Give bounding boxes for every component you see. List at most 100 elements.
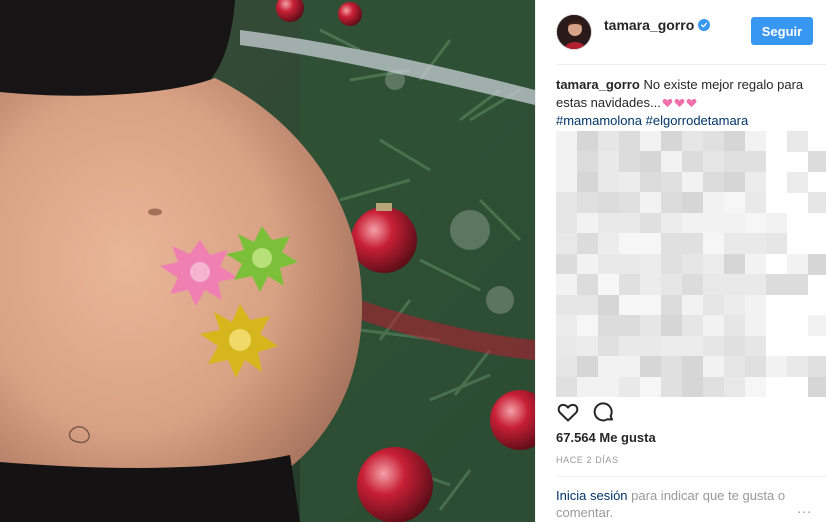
pixel-block (682, 233, 703, 255)
pixel-block (556, 376, 577, 397)
pixel-block (577, 192, 598, 214)
pixel-block (787, 131, 808, 152)
pixel-block (619, 151, 640, 173)
comment-icon[interactable] (592, 400, 616, 424)
pixel-block (682, 356, 703, 378)
pixel-block (577, 253, 598, 275)
author-username[interactable]: tamara_gorro (604, 17, 694, 33)
pixel-block (577, 376, 598, 397)
likes-count[interactable]: 67.564 Me gusta (556, 430, 656, 445)
post-photo-image (0, 0, 535, 522)
pixel-block (745, 192, 766, 214)
pixel-block (619, 233, 640, 255)
pixel-block (598, 315, 619, 337)
pixel-block (808, 253, 826, 275)
pixel-block (745, 131, 766, 152)
post-timestamp[interactable]: HACE 2 DÍAS (556, 455, 619, 465)
pixel-block (745, 315, 766, 337)
pixel-block (598, 151, 619, 173)
pixel-block (703, 171, 724, 193)
pixel-block (619, 335, 640, 357)
pixel-block (577, 233, 598, 255)
pixel-block (787, 171, 808, 193)
pixel-block (556, 151, 577, 173)
pixel-block (682, 376, 703, 397)
pixel-block (682, 294, 703, 316)
pixel-block (556, 212, 577, 234)
pixel-block (598, 131, 619, 152)
pixel-block (556, 171, 577, 193)
post-header: tamara_gorro Seguir (536, 0, 826, 64)
pixel-block (682, 171, 703, 193)
pixel-block (640, 212, 661, 234)
pixel-block (577, 274, 598, 296)
pixel-block (808, 376, 826, 397)
pixel-block (703, 192, 724, 214)
pixel-block (619, 356, 640, 378)
more-options-icon[interactable]: ... (797, 500, 812, 516)
pixel-block (724, 151, 745, 173)
pixel-block (661, 294, 682, 316)
two-hearts-emoji-icon (662, 95, 673, 107)
pixel-block (661, 171, 682, 193)
post-sidebar: tamara_gorro Seguir tamara_gorro No exis… (535, 0, 826, 522)
pixel-block (598, 274, 619, 296)
verified-badge-icon (698, 19, 711, 31)
pixel-block (766, 274, 787, 296)
avatar-image (557, 15, 591, 49)
pixel-block (577, 151, 598, 173)
pixel-block (745, 151, 766, 173)
pixel-block (556, 192, 577, 214)
pixel-block (724, 212, 745, 234)
pixel-block (577, 315, 598, 337)
pixel-block (703, 315, 724, 337)
pixel-block (745, 212, 766, 234)
follow-button[interactable]: Seguir (751, 17, 813, 45)
heart-icon[interactable] (556, 400, 580, 424)
pixel-block (661, 131, 682, 152)
pixel-block (745, 356, 766, 378)
pixel-block (724, 131, 745, 152)
hashtag-link[interactable]: #elgorrodetamara (646, 113, 749, 128)
pixel-block (787, 274, 808, 296)
pixel-block (556, 253, 577, 275)
pixel-block (661, 376, 682, 397)
pixel-block (640, 294, 661, 316)
pixel-block (682, 131, 703, 152)
pixel-block (766, 212, 787, 234)
pixel-block (661, 192, 682, 214)
caption: tamara_gorro No existe mejor regalo para… (556, 76, 811, 130)
pixel-block (745, 376, 766, 397)
pixel-block (703, 233, 724, 255)
pixel-block (724, 315, 745, 337)
login-link[interactable]: Inicia sesión (556, 488, 628, 503)
pixel-block (787, 253, 808, 275)
pixel-block (619, 192, 640, 214)
pixel-block (556, 356, 577, 378)
pixel-block (640, 274, 661, 296)
pixel-block (808, 356, 826, 378)
pixel-block (682, 274, 703, 296)
hashtag-link[interactable]: #mamamolona (556, 113, 642, 128)
pixel-block (682, 335, 703, 357)
caption-username[interactable]: tamara_gorro (556, 77, 640, 92)
pixel-block (556, 335, 577, 357)
pixel-block (619, 253, 640, 275)
avatar[interactable] (556, 14, 592, 50)
user-block: tamara_gorro (604, 17, 711, 47)
pixel-block (577, 212, 598, 234)
pixel-block (661, 315, 682, 337)
pixel-block (724, 233, 745, 255)
pixel-block (661, 274, 682, 296)
pixel-block (640, 335, 661, 357)
pixel-block (682, 192, 703, 214)
pixel-block (661, 151, 682, 173)
pixel-block (724, 274, 745, 296)
pixel-block (745, 294, 766, 316)
post-photo[interactable] (0, 0, 535, 522)
pixel-block (682, 315, 703, 337)
pixel-block (724, 376, 745, 397)
pixel-block (577, 356, 598, 378)
pixel-block (808, 151, 826, 173)
header-divider (556, 64, 826, 65)
